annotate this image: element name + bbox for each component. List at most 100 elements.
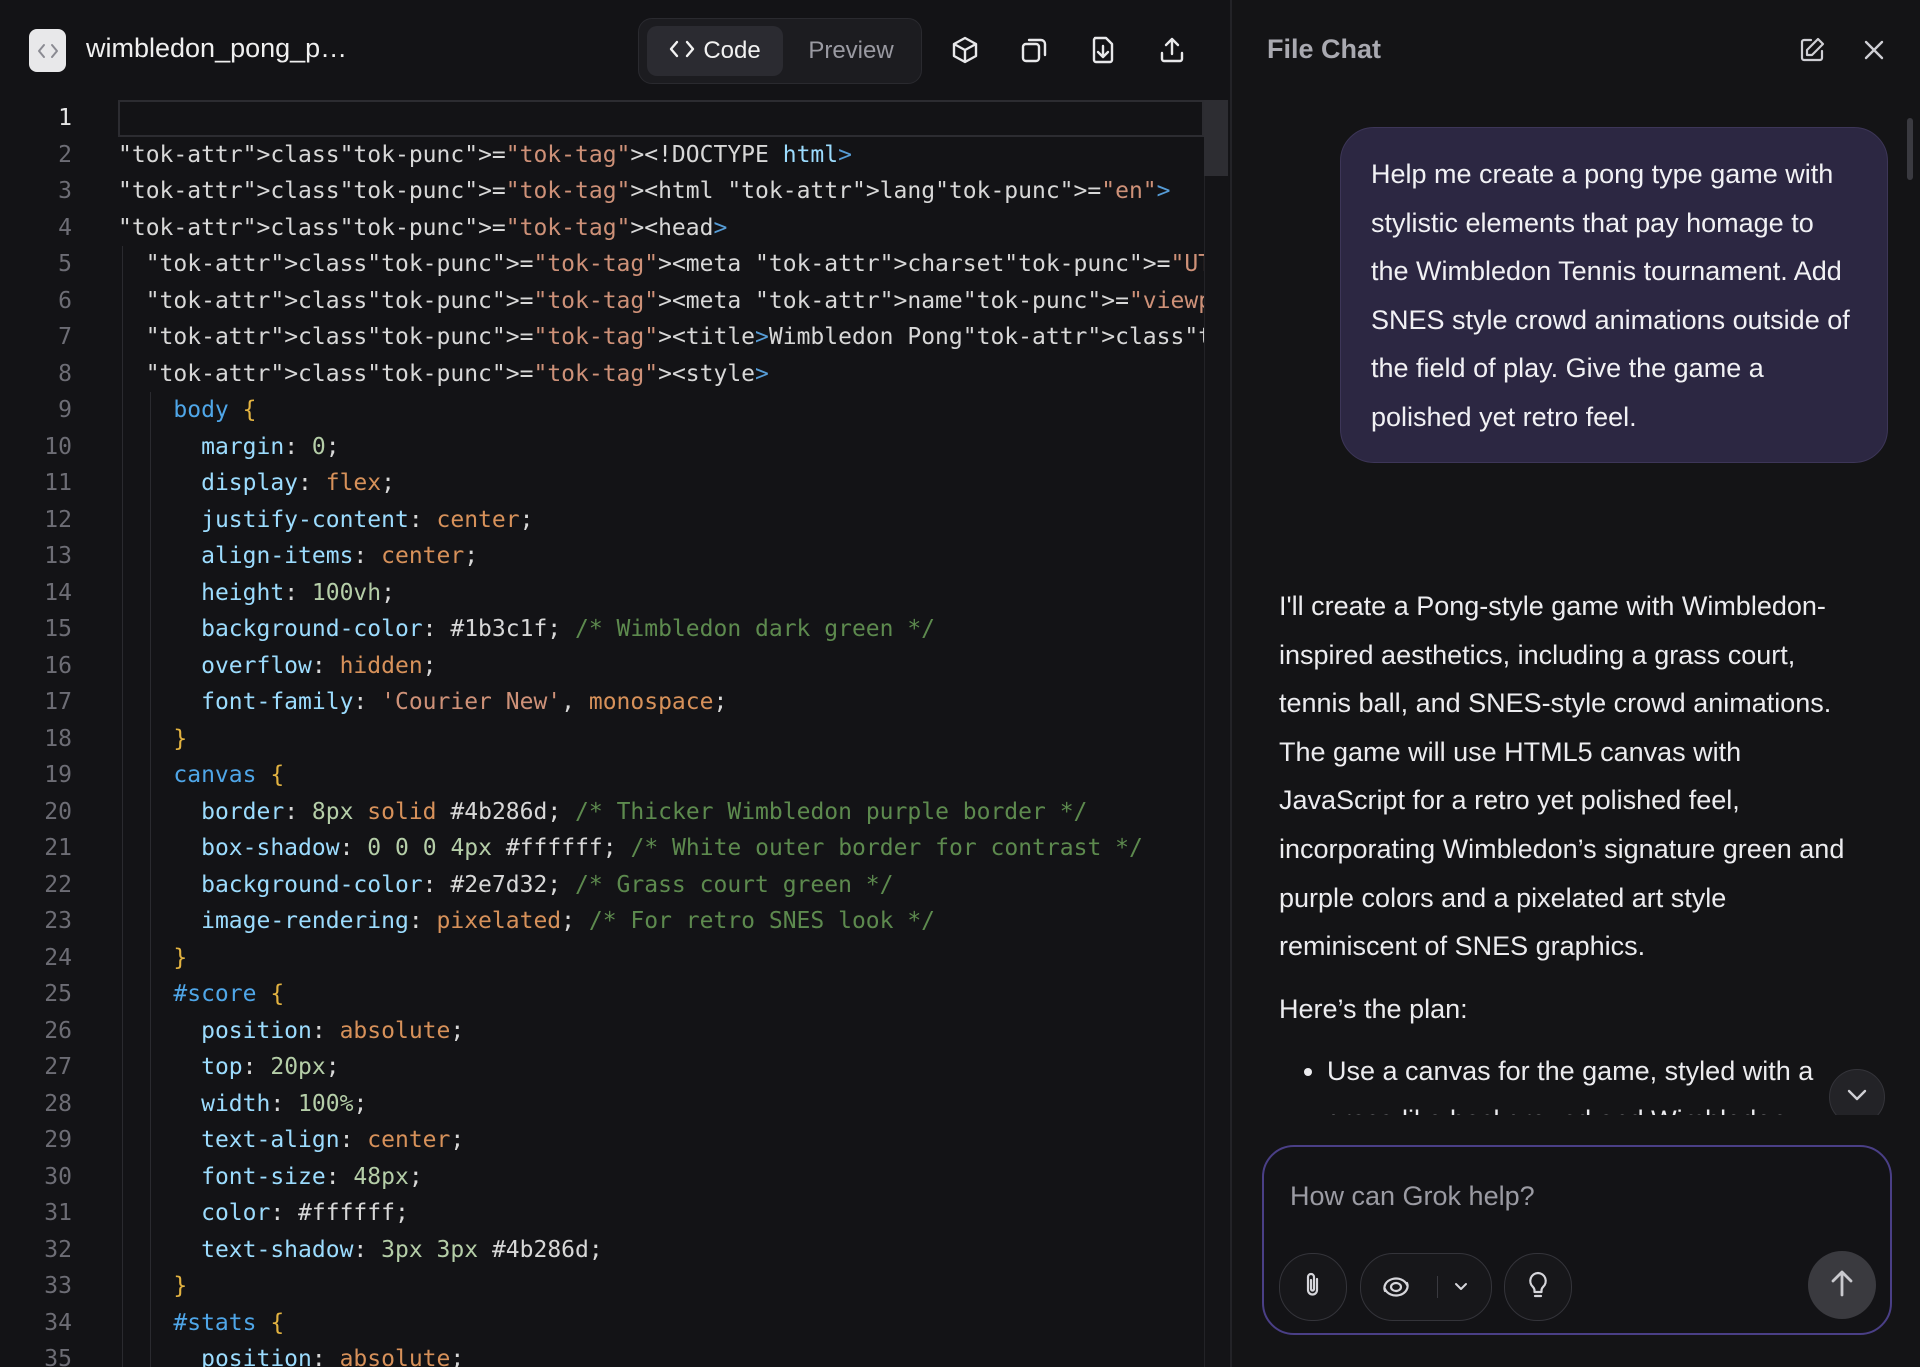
line-number: 9 bbox=[58, 397, 72, 423]
indent-guide bbox=[122, 246, 123, 1367]
cube-icon[interactable] bbox=[945, 30, 985, 70]
chevron-down-icon bbox=[1846, 1088, 1868, 1107]
code-line[interactable]: color: #ffffff; bbox=[118, 1195, 1204, 1232]
code-line[interactable]: font-family: 'Courier New', monospace; bbox=[118, 684, 1204, 721]
line-number: 10 bbox=[44, 433, 72, 460]
chat-title: File Chat bbox=[1267, 34, 1382, 64]
new-chat-edit-icon[interactable] bbox=[1792, 30, 1832, 70]
code-lines[interactable]: "tok-attr">class"tok-punc">="tok-tag"><!… bbox=[118, 100, 1204, 1367]
code-line[interactable]: height: 100vh; bbox=[118, 575, 1204, 612]
line-number: 20 bbox=[44, 798, 72, 825]
assistant-intro: I'll create a Pong-style game with Wimbl… bbox=[1279, 591, 1845, 962]
code-line[interactable]: text-align: center; bbox=[118, 1122, 1204, 1159]
editor-scrollbar[interactable] bbox=[1204, 100, 1229, 1367]
code-line[interactable]: position: absolute; bbox=[118, 1013, 1204, 1050]
tab-preview[interactable]: Preview bbox=[789, 26, 913, 76]
download-icon[interactable] bbox=[1083, 30, 1123, 70]
line-number: 3 bbox=[58, 178, 72, 204]
code-line[interactable]: background-color: #2e7d32; /* Grass cour… bbox=[118, 867, 1204, 904]
code-editor-panel: wimbledon_pong_p… Code Preview 1 2 3 4 5… bbox=[0, 0, 1232, 1367]
tab-preview-label: Preview bbox=[808, 37, 894, 64]
line-number: 23 bbox=[44, 908, 72, 934]
code-line[interactable]: image-rendering: pixelated; /* For retro… bbox=[118, 903, 1204, 940]
code-line[interactable]: display: flex; bbox=[118, 465, 1204, 502]
code-line[interactable]: "tok-attr">class"tok-punc">="tok-tag"><t… bbox=[118, 319, 1204, 356]
line-number: 18 bbox=[44, 725, 72, 752]
close-icon[interactable] bbox=[1854, 30, 1894, 70]
code-line[interactable]: #stats { bbox=[118, 1305, 1204, 1342]
code-line[interactable]: background-color: #1b3c1f; /* Wimbledon … bbox=[118, 611, 1204, 648]
line-number: 21 bbox=[44, 835, 72, 861]
indent-guide bbox=[150, 392, 151, 1367]
code-line[interactable]: width: 100%; bbox=[118, 1086, 1204, 1123]
editor-scrollbar-thumb[interactable] bbox=[1204, 100, 1228, 176]
line-number: 7 bbox=[58, 324, 72, 350]
think-button[interactable] bbox=[1504, 1253, 1572, 1321]
code-line[interactable]: text-shadow: 3px 3px #4b286d; bbox=[118, 1232, 1204, 1269]
code-line[interactable]: position: absolute; bbox=[118, 1341, 1204, 1367]
file-name[interactable]: wimbledon_pong_p… bbox=[86, 33, 347, 64]
code-line[interactable]: "tok-attr">class"tok-punc">="tok-tag"><s… bbox=[118, 356, 1204, 393]
code-line[interactable]: "tok-attr">class"tok-punc">="tok-tag"><h… bbox=[118, 210, 1204, 247]
paperclip-icon bbox=[1300, 1271, 1326, 1304]
tab-code[interactable]: Code bbox=[647, 26, 783, 76]
send-button[interactable] bbox=[1808, 1251, 1876, 1319]
code-line[interactable]: "tok-attr">class"tok-punc">="tok-tag"><!… bbox=[118, 137, 1204, 174]
chevron-down-icon bbox=[1453, 1279, 1469, 1297]
current-line[interactable] bbox=[118, 100, 1204, 137]
grok-swirl-icon bbox=[1379, 1271, 1413, 1308]
code-line[interactable]: "tok-attr">class"tok-punc">="tok-tag"><m… bbox=[118, 246, 1204, 283]
app-window: wimbledon_pong_p… Code Preview 1 2 3 4 5… bbox=[0, 0, 1920, 1367]
file-code-icon bbox=[29, 29, 66, 72]
user-message-bubble: Help me create a pong type game with sty… bbox=[1340, 127, 1888, 463]
code-line[interactable]: justify-content: center; bbox=[118, 502, 1204, 539]
line-number: 32 bbox=[44, 1236, 72, 1263]
line-number: 6 bbox=[58, 287, 72, 314]
code-line[interactable]: } bbox=[118, 940, 1204, 977]
code-brackets-icon bbox=[669, 37, 695, 65]
code-line[interactable]: } bbox=[118, 1268, 1204, 1305]
line-number: 33 bbox=[44, 1273, 72, 1299]
assistant-message: I'll create a Pong-style game with Wimbl… bbox=[1279, 582, 1859, 1145]
line-number: 16 bbox=[44, 652, 72, 679]
line-number: 5 bbox=[58, 251, 72, 277]
editor-header: wimbledon_pong_p… Code Preview bbox=[0, 0, 1230, 100]
chat-scrollbar-thumb[interactable] bbox=[1907, 118, 1913, 180]
line-number: 1 bbox=[58, 105, 72, 131]
assistant-plan-heading: Here’s the plan: bbox=[1279, 993, 1468, 1024]
code-area[interactable]: 1 2 3 4 5 6 7 8 9 10 11 12 13 14 15 16 17 18 19 20 21 22 23 24 2… bbox=[0, 100, 1204, 1367]
line-number: 28 bbox=[44, 1090, 72, 1117]
model-mode-selector[interactable] bbox=[1360, 1253, 1492, 1321]
line-number: 35 bbox=[44, 1346, 72, 1367]
code-line[interactable]: top: 20px; bbox=[118, 1049, 1204, 1086]
line-number: 25 bbox=[44, 981, 72, 1007]
code-line[interactable]: align-items: center; bbox=[118, 538, 1204, 575]
line-number: 4 bbox=[58, 214, 72, 241]
line-number: 13 bbox=[44, 543, 72, 569]
tab-code-label: Code bbox=[703, 37, 761, 64]
line-number: 17 bbox=[44, 689, 72, 715]
code-line[interactable]: font-size: 48px; bbox=[118, 1159, 1204, 1196]
code-line[interactable]: canvas { bbox=[118, 757, 1204, 794]
code-line[interactable]: "tok-attr">class"tok-punc">="tok-tag"><h… bbox=[118, 173, 1204, 210]
copy-icon[interactable] bbox=[1014, 30, 1054, 70]
line-number: 29 bbox=[44, 1127, 72, 1153]
code-line[interactable]: border: 8px solid #4b286d; /* Thicker Wi… bbox=[118, 794, 1204, 831]
line-number: 27 bbox=[44, 1054, 72, 1080]
code-line[interactable]: "tok-attr">class"tok-punc">="tok-tag"><m… bbox=[118, 283, 1204, 320]
share-icon[interactable] bbox=[1152, 30, 1192, 70]
line-number: 24 bbox=[44, 944, 72, 971]
line-number: 8 bbox=[58, 360, 72, 387]
code-line[interactable]: box-shadow: 0 0 0 4px #ffffff; /* White … bbox=[118, 830, 1204, 867]
line-number: 15 bbox=[44, 616, 72, 642]
code-line[interactable]: overflow: hidden; bbox=[118, 648, 1204, 685]
code-line[interactable]: body { bbox=[118, 392, 1204, 429]
code-line[interactable]: } bbox=[118, 721, 1204, 758]
chat-input[interactable] bbox=[1288, 1173, 1852, 1219]
line-number: 12 bbox=[44, 506, 72, 533]
code-line[interactable]: margin: 0; bbox=[118, 429, 1204, 466]
line-number: 11 bbox=[44, 470, 72, 496]
code-line[interactable]: #score { bbox=[118, 976, 1204, 1013]
line-number: 31 bbox=[44, 1200, 72, 1226]
attach-button[interactable] bbox=[1279, 1253, 1347, 1321]
